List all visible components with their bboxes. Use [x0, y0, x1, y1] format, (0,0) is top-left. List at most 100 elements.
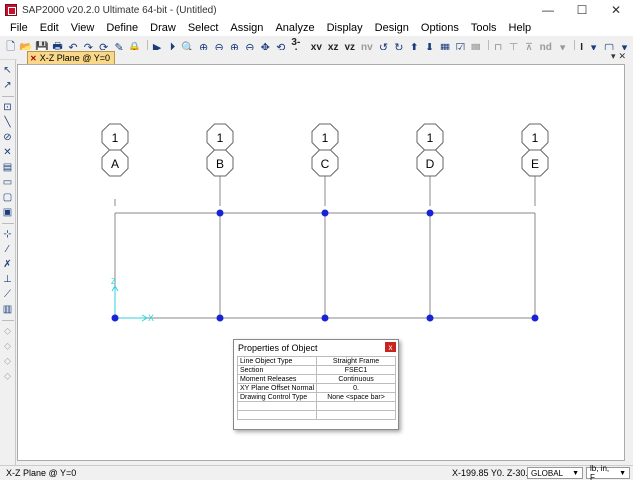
- status-coordinates: X-199.85 Y0. Z-30.22: [452, 468, 538, 478]
- grid-bubble-c[interactable]: 1 C: [311, 123, 339, 206]
- joint[interactable]: [111, 314, 119, 322]
- property-name: [236, 410, 318, 420]
- properties-dialog: Properties of Object x Line Object Type …: [233, 339, 399, 430]
- menu-tools[interactable]: Tools: [465, 22, 503, 34]
- table-row: Line Object Type Straight Frame: [236, 356, 396, 366]
- property-value[interactable]: 0.: [316, 383, 396, 393]
- grid-bubble-label-bottom: E: [531, 157, 539, 171]
- joint[interactable]: [426, 209, 434, 217]
- select-all-icon[interactable]: ⬦: [2, 325, 14, 337]
- chevron-down-icon: ▼: [572, 469, 579, 477]
- pointer-icon[interactable]: ↖: [2, 64, 14, 76]
- tab-strip-controls[interactable]: ▾✕: [611, 51, 629, 62]
- quick-draw-frame-icon[interactable]: ⊘: [2, 131, 14, 143]
- tab-label: X-Z Plane @ Y=0: [39, 53, 110, 63]
- grid-bubble-label-top: 1: [322, 131, 329, 145]
- toolbar-separator: [1, 96, 14, 97]
- menu-select[interactable]: Select: [182, 22, 225, 34]
- property-value[interactable]: FSEC1: [316, 365, 396, 375]
- grid-bubble-label-bottom: C: [321, 157, 330, 171]
- snap-lines-icon[interactable]: ⁄: [2, 243, 14, 255]
- menu-assign[interactable]: Assign: [224, 22, 269, 34]
- property-value[interactable]: None <space bar>: [316, 392, 396, 402]
- tab-xz-plane[interactable]: ✕ X-Z Plane @ Y=0: [27, 51, 115, 64]
- units-value: lb, in, F: [590, 464, 610, 480]
- table-row: [236, 410, 396, 420]
- coord-system-select[interactable]: GLOBAL ▼: [527, 467, 583, 479]
- menu-view[interactable]: View: [65, 22, 101, 34]
- properties-dialog-title-bar: Properties of Object x: [234, 340, 398, 355]
- menu-design[interactable]: Design: [369, 22, 415, 34]
- vertical-scrollbar[interactable]: [625, 64, 633, 461]
- menu-file[interactable]: File: [4, 22, 34, 34]
- grid-bubble-e[interactable]: 1 E: [521, 123, 549, 206]
- draw-rectangle-icon[interactable]: ▢: [2, 191, 14, 203]
- table-row: Moment Releases Continuous: [236, 374, 396, 384]
- title-bar: SAP2000 v20.2.0 Ultimate 64-bit - (Untit…: [0, 0, 633, 20]
- joint[interactable]: [321, 314, 329, 322]
- units-select[interactable]: lb, in, F ▼: [586, 464, 630, 480]
- chevron-down-icon: ▼: [619, 469, 626, 477]
- snap-joints-icon[interactable]: ⊹: [2, 228, 14, 240]
- reshape-icon[interactable]: ↗: [2, 79, 14, 91]
- property-name: XY Plane Offset Normal: [236, 383, 318, 393]
- menu-define[interactable]: Define: [100, 22, 144, 34]
- coord-system-value: GLOBAL: [531, 468, 564, 478]
- grid-bubble-b[interactable]: 1 B: [206, 123, 234, 206]
- grid-bubble-label-top: 1: [112, 131, 119, 145]
- property-name: Line Object Type: [236, 356, 318, 366]
- minimize-button[interactable]: —: [531, 0, 565, 20]
- property-name: Section: [236, 365, 318, 375]
- window-controls: — ☐ ✕: [531, 0, 633, 20]
- snap-grid-icon[interactable]: ▥: [2, 303, 14, 315]
- property-value: [316, 410, 396, 420]
- draw-area-icon[interactable]: ▭: [2, 176, 14, 188]
- snap-perpendicular-icon[interactable]: ⊥: [2, 273, 14, 285]
- property-value[interactable]: Straight Frame: [316, 356, 396, 366]
- joint[interactable]: [216, 209, 224, 217]
- z-axis-label: Z: [111, 277, 116, 286]
- select-intersecting-icon[interactable]: ⬦: [2, 370, 14, 382]
- snap-midpoint-icon[interactable]: ⟋: [2, 288, 14, 300]
- clear-selection-icon[interactable]: ⬦: [2, 355, 14, 367]
- maximize-button[interactable]: ☐: [565, 0, 599, 20]
- close-tab-icon[interactable]: ✕: [30, 54, 37, 63]
- draw-brace-icon[interactable]: ✕: [2, 146, 14, 158]
- menu-display[interactable]: Display: [321, 22, 369, 34]
- draw-frame-icon[interactable]: ╲: [2, 116, 14, 128]
- property-name: [236, 401, 318, 411]
- property-name: Drawing Control Type: [236, 392, 318, 402]
- joint[interactable]: [426, 314, 434, 322]
- document-tab-strip: ✕ X-Z Plane @ Y=0 ▾✕: [17, 50, 633, 64]
- sap2000-logo-icon: [5, 4, 17, 16]
- joint[interactable]: [321, 209, 329, 217]
- quick-draw-brace-icon[interactable]: ▤: [2, 161, 14, 173]
- menu-draw[interactable]: Draw: [144, 22, 182, 34]
- properties-close-button[interactable]: x: [385, 342, 396, 352]
- toolbar-separator: [1, 320, 14, 321]
- joint[interactable]: [531, 314, 539, 322]
- grid-bubble-label-bottom: D: [426, 157, 435, 171]
- window-title: SAP2000 v20.2.0 Ultimate 64-bit - (Untit…: [22, 4, 217, 16]
- property-value: [316, 401, 396, 411]
- left-toolbar: ↖ ↗ ⊡ ╲ ⊘ ✕ ▤ ▭ ▢ ▣ ⊹ ⁄ ✗ ⊥ ⟋ ▥ ⬦ ⬦ ⬦ ⬦: [0, 60, 16, 465]
- new-file-icon[interactable]: 🗋: [4, 40, 17, 55]
- properties-dialog-title: Properties of Object: [238, 342, 318, 353]
- menu-options[interactable]: Options: [415, 22, 465, 34]
- grid-bubble-d[interactable]: 1 D: [416, 123, 444, 206]
- property-value[interactable]: Continuous: [316, 374, 396, 384]
- quick-draw-area-icon[interactable]: ▣: [2, 206, 14, 218]
- select-previous-icon[interactable]: ⬦: [2, 340, 14, 352]
- menu-help[interactable]: Help: [503, 22, 538, 34]
- frame-members: [114, 212, 536, 319]
- close-button[interactable]: ✕: [599, 0, 633, 20]
- grid-bubble-a[interactable]: 1 A: [101, 123, 129, 206]
- grid-bubble-label-top: 1: [532, 131, 539, 145]
- draw-joint-icon[interactable]: ⊡: [2, 101, 14, 113]
- snap-intersection-icon[interactable]: ✗: [2, 258, 14, 270]
- grid-bubble-label-top: 1: [217, 131, 224, 145]
- status-bar: X-Z Plane @ Y=0 X-199.85 Y0. Z-30.22 GLO…: [0, 464, 633, 480]
- joint[interactable]: [216, 314, 224, 322]
- menu-edit[interactable]: Edit: [34, 22, 65, 34]
- menu-analyze[interactable]: Analyze: [269, 22, 320, 34]
